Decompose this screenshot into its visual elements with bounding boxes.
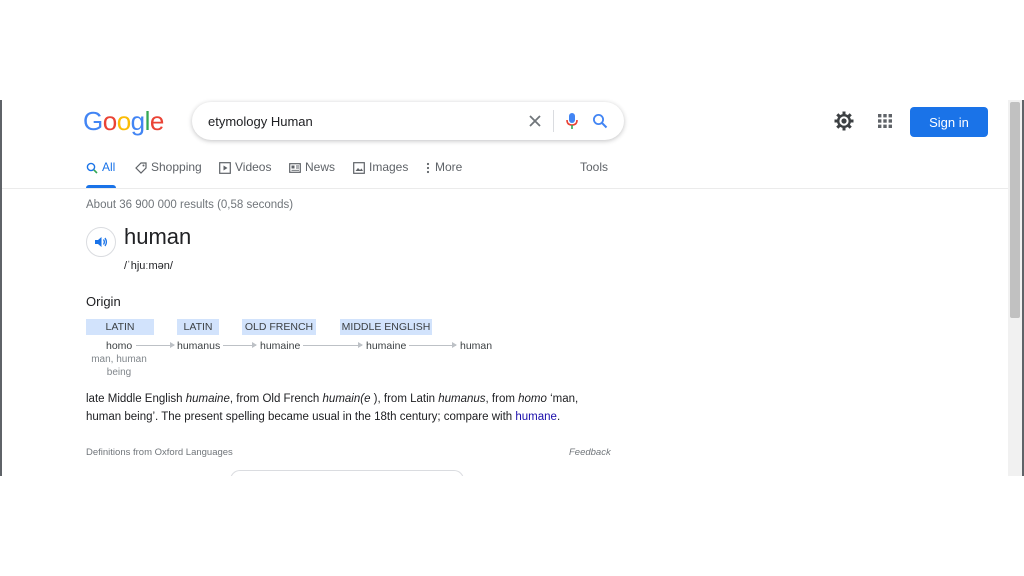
pronunciation-button[interactable]	[86, 227, 116, 257]
logo-letter: e	[149, 106, 164, 136]
image-icon	[353, 162, 365, 174]
logo-letter: g	[130, 106, 145, 136]
etymology-language-chip: LATIN	[86, 319, 154, 335]
etymology-gloss: man, human being	[91, 354, 147, 378]
page-bottom-margin	[0, 476, 1024, 576]
paragraph-italic: humaine	[185, 393, 230, 405]
viewport-left-edge	[0, 100, 2, 476]
scrollbar-thumb[interactable]	[1010, 102, 1020, 318]
tab-tools[interactable]: Tools	[580, 160, 608, 188]
tab-label: More	[435, 160, 463, 174]
tab-label: Tools	[580, 160, 609, 174]
newspaper-icon	[289, 163, 301, 173]
search-tabs: All Shopping Videos News Images More Too…	[86, 160, 646, 188]
tab-label: Videos	[235, 160, 272, 174]
etymology-language-chip: MIDDLE ENGLISH	[340, 319, 432, 335]
paragraph-italic: humain(e	[322, 393, 371, 405]
google-logo[interactable]: Google	[83, 106, 164, 137]
definitions-source[interactable]: Definitions from Oxford Languages	[86, 447, 233, 458]
search-input[interactable]: etymology Human	[208, 114, 521, 129]
etymology-arrow	[136, 342, 175, 348]
etymology-word: humanus	[177, 340, 221, 352]
gear-icon[interactable]	[833, 110, 855, 132]
apps-grid-icon[interactable]	[875, 111, 895, 131]
etymology-language-chip: OLD FRENCH	[242, 319, 316, 335]
sign-in-button[interactable]: Sign in	[910, 107, 988, 137]
paragraph-text: , from Old French	[229, 393, 323, 405]
tab-news[interactable]: News	[289, 160, 335, 188]
paragraph-text: , from	[485, 393, 519, 405]
scrollbar[interactable]	[1008, 100, 1022, 476]
etymology-word: humaine	[260, 340, 301, 352]
humane-link[interactable]: humane	[515, 411, 557, 423]
result-stats: About 36 900 000 results (0,58 seconds)	[86, 199, 294, 211]
feedback-link[interactable]: Feedback	[569, 447, 611, 458]
tab-label: All	[102, 160, 116, 174]
tab-videos[interactable]: Videos	[219, 160, 271, 188]
etymology-language-chip: LATIN	[177, 319, 219, 335]
tab-images[interactable]: Images	[353, 160, 408, 188]
paragraph-italic: humanus	[438, 393, 486, 405]
etymology-arrow	[223, 342, 257, 348]
search-divider	[553, 110, 554, 132]
tab-shopping[interactable]: Shopping	[135, 160, 202, 188]
etymology-word: homo	[106, 340, 133, 352]
search-box[interactable]: etymology Human	[192, 102, 624, 140]
paragraph-text: ), from Latin	[370, 393, 439, 405]
paragraph-text: late Middle English	[86, 393, 186, 405]
tab-label: News	[305, 160, 336, 174]
paragraph-italic: homo	[518, 393, 547, 405]
microphone-icon[interactable]	[558, 107, 586, 135]
tab-all[interactable]: All	[86, 160, 115, 188]
kebab-icon	[426, 162, 430, 174]
logo-letter: o	[116, 106, 131, 136]
clear-icon[interactable]	[521, 107, 549, 135]
search-icon	[86, 162, 98, 174]
search-icon[interactable]	[586, 107, 614, 135]
phonetic-spelling: /ˈhjuːmən/	[124, 260, 173, 272]
etymology-word: humaine	[366, 340, 407, 352]
tab-label: Images	[369, 160, 409, 174]
dictionary-word: human	[124, 224, 192, 249]
tag-icon	[135, 162, 147, 174]
origin-heading: Origin	[86, 294, 121, 309]
etymology-description: late Middle English humaine, from Old Fr…	[86, 390, 616, 426]
play-icon	[219, 162, 231, 174]
etymology-arrow	[303, 342, 363, 348]
etymology-arrow	[409, 342, 457, 348]
logo-letter: o	[102, 106, 117, 136]
header-divider	[2, 188, 1008, 189]
tab-label: Shopping	[151, 160, 202, 174]
speaker-icon	[95, 237, 108, 247]
tab-more[interactable]: More	[425, 160, 462, 188]
logo-letter: G	[83, 106, 103, 136]
paragraph-text: .	[556, 411, 561, 423]
etymology-word: human	[460, 340, 493, 352]
